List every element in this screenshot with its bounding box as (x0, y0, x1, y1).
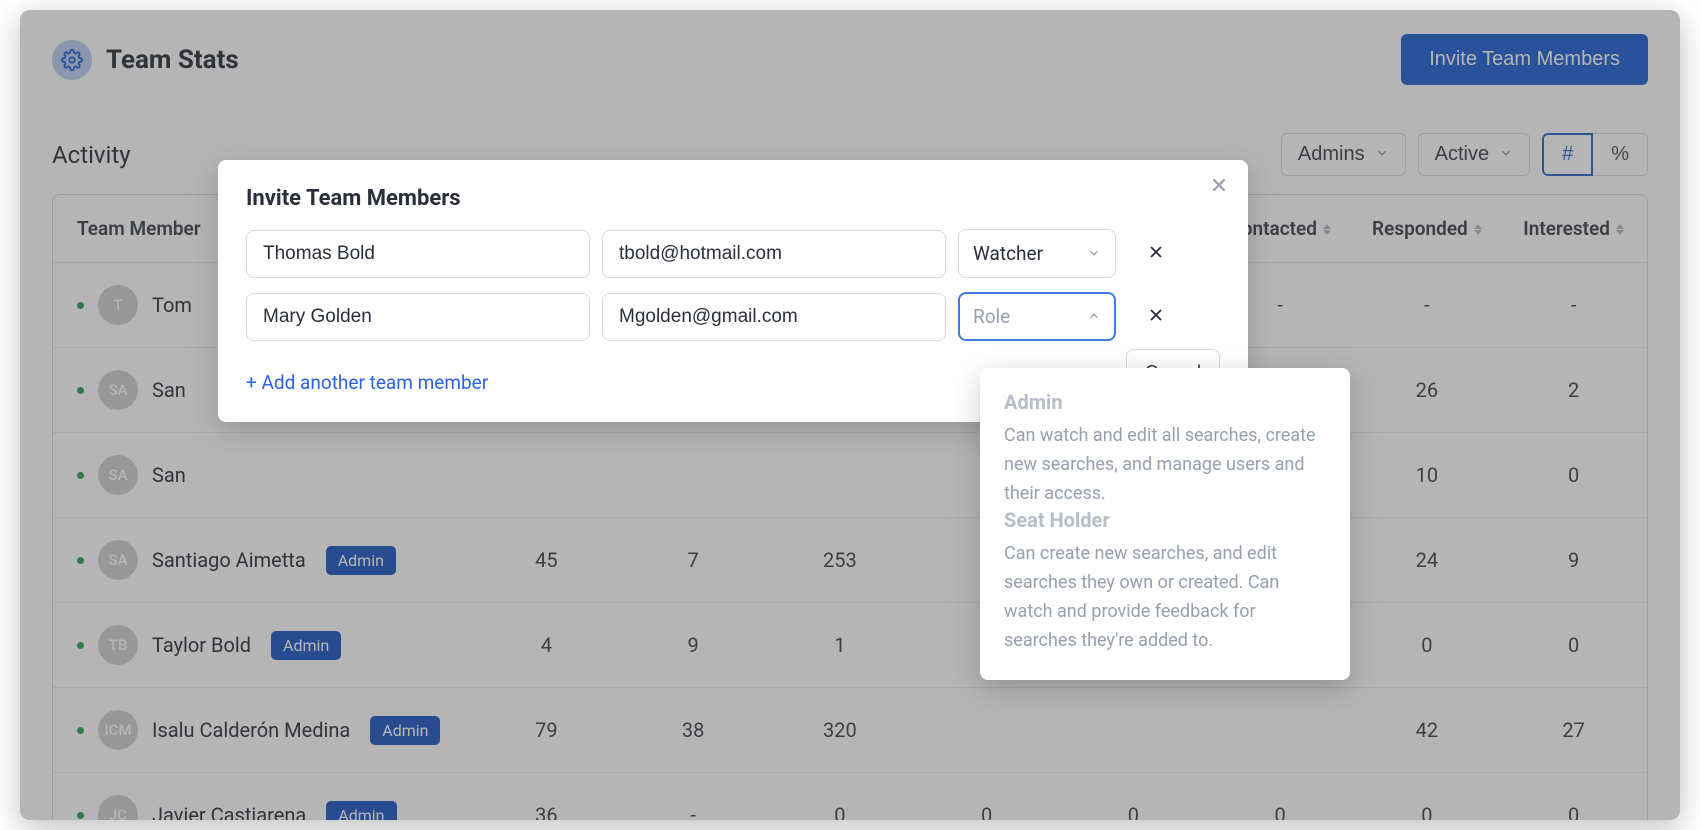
chevron-up-icon (1087, 305, 1101, 328)
remove-row-icon[interactable] (1146, 305, 1166, 329)
invite-row: Role (246, 292, 1220, 341)
invite-email-input[interactable] (602, 293, 946, 341)
close-icon[interactable] (1208, 174, 1230, 200)
invite-row: Watcher (246, 229, 1220, 278)
role-option-admin[interactable]: Admin Can watch and edit all searches, c… (1004, 390, 1326, 508)
invite-name-input[interactable] (246, 293, 590, 341)
remove-row-icon[interactable] (1146, 242, 1166, 266)
role-option-title: Admin (1004, 390, 1326, 414)
invite-name-input[interactable] (246, 230, 590, 278)
add-another-member-link[interactable]: + Add another team member (246, 371, 488, 394)
role-dropdown-popover: Admin Can watch and edit all searches, c… (980, 368, 1350, 680)
role-option-desc: Can watch and edit all searches, create … (1004, 422, 1326, 508)
role-option-title: Seat Holder (1004, 508, 1326, 532)
invite-role-label: Role (973, 305, 1010, 328)
invite-email-input[interactable] (602, 230, 946, 278)
role-option-seat-holder[interactable]: Seat Holder Can create new searches, and… (1004, 508, 1326, 655)
role-option-desc: Can create new searches, and edit search… (1004, 540, 1326, 655)
invite-role-select[interactable]: Role (958, 292, 1116, 341)
invite-role-select[interactable]: Watcher (958, 229, 1116, 278)
chevron-down-icon (1087, 242, 1101, 265)
invite-role-label: Watcher (973, 242, 1043, 265)
modal-title: Invite Team Members (246, 186, 1220, 211)
